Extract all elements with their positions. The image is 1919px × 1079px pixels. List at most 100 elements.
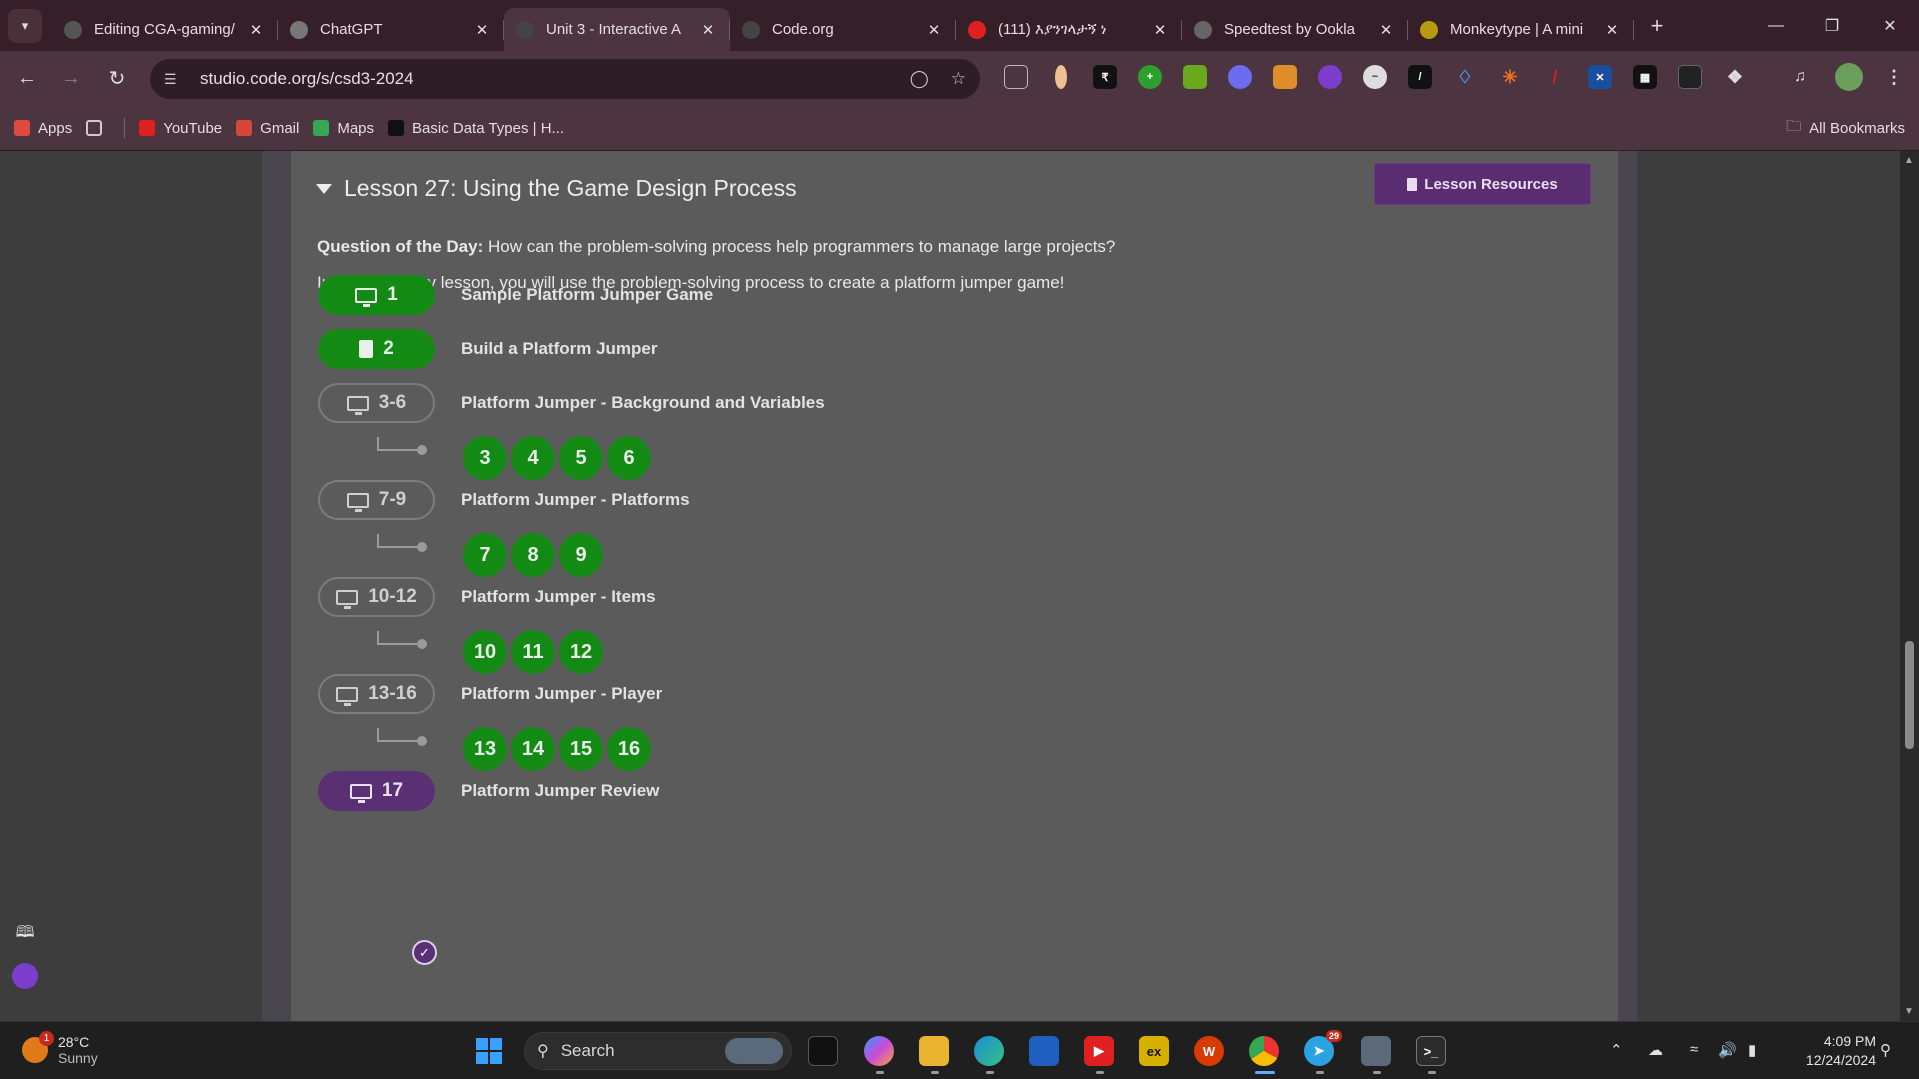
extension-icon[interactable] <box>1318 65 1342 89</box>
taskbar-search[interactable]: ⚲ Search <box>524 1032 792 1070</box>
forward-icon[interactable]: → <box>52 60 90 98</box>
bookmark-item[interactable]: Basic Data Types | H... <box>388 120 564 137</box>
back-icon[interactable]: ← <box>8 60 46 98</box>
url-text[interactable]: studio.code.org/s/csd3-2024 <box>200 69 414 89</box>
onedrive-cloud-icon[interactable]: ☁ <box>1648 1041 1663 1059</box>
system-clock[interactable]: 4:09 PM 12/24/2024 <box>1786 1032 1876 1070</box>
new-tab-button[interactable]: + <box>1640 9 1674 43</box>
volume-icon[interactable]: 🔊 <box>1718 1041 1737 1059</box>
tab-close-icon[interactable]: ✕ <box>698 21 718 39</box>
bookmark-star-icon[interactable]: ☆ <box>951 69 966 89</box>
extension-icon[interactable]: ✕ <box>1588 65 1612 89</box>
tab-search-icon[interactable]: ▾ <box>8 8 42 43</box>
wps-office-icon[interactable]: W <box>1194 1036 1224 1066</box>
level-bubble[interactable]: 9 <box>559 533 603 577</box>
level-bubble[interactable]: 11 <box>511 630 555 674</box>
activity-pill[interactable]: 7-9 <box>318 480 435 520</box>
microsoft-store-icon[interactable] <box>1029 1036 1059 1066</box>
extension-icon[interactable]: ₹ <box>1093 65 1117 89</box>
browser-tab[interactable]: Code.org ✕ <box>730 8 956 51</box>
bookmark-item[interactable]: Apps <box>14 120 72 137</box>
activity-pill[interactable]: 10-12 <box>318 577 435 617</box>
more-menu-icon[interactable]: ⋮ <box>1882 65 1906 89</box>
weather-widget[interactable]: 1 28°C Sunny <box>22 1031 98 1066</box>
edge-icon[interactable] <box>974 1036 1004 1066</box>
level-bubble[interactable]: 10 <box>463 630 507 674</box>
windows-start-icon[interactable] <box>474 1036 504 1066</box>
extension-icon[interactable]: ▦ <box>1633 65 1657 89</box>
collapse-caret-icon[interactable] <box>316 183 332 194</box>
extension-icon[interactable]: + <box>1138 65 1162 89</box>
tab-close-icon[interactable]: ✕ <box>246 21 266 39</box>
tab-close-icon[interactable]: ✕ <box>1602 21 1622 39</box>
level-bubble[interactable]: 8 <box>511 533 555 577</box>
brain-icon[interactable] <box>12 963 38 989</box>
battery-icon[interactable]: ▮ <box>1748 1041 1756 1059</box>
extension-icon[interactable]: ~ <box>1363 65 1387 89</box>
level-bubble[interactable]: 16 <box>607 727 651 771</box>
bookmark-item[interactable]: Gmail <box>236 120 299 137</box>
chevron-up-icon[interactable]: ⌃ <box>1610 1041 1623 1059</box>
wifi-icon[interactable]: ≈ <box>1690 1041 1698 1058</box>
remote-desktop-icon[interactable] <box>1361 1036 1391 1066</box>
activity-label[interactable]: Platform Jumper - Platforms <box>461 490 690 510</box>
activity-label[interactable]: Platform Jumper - Background and Variabl… <box>461 393 825 413</box>
terminal-icon[interactable]: >_ <box>1416 1036 1446 1066</box>
youtube-app-icon[interactable]: ▶ <box>1084 1036 1114 1066</box>
level-bubble[interactable]: 6 <box>607 436 651 480</box>
extension-icon[interactable]: / <box>1408 65 1432 89</box>
copilot-icon[interactable] <box>864 1036 894 1066</box>
task-view-icon[interactable] <box>808 1036 838 1066</box>
browser-tab[interactable]: Unit 3 - Interactive A ✕ <box>504 8 730 51</box>
scroll-thumb[interactable] <box>1905 641 1914 749</box>
level-bubble[interactable]: 12 <box>559 630 603 674</box>
profile-avatar[interactable] <box>1835 63 1863 91</box>
bookmark-item[interactable]: Maps <box>313 120 374 137</box>
browser-tab[interactable]: (111) እያንገላታኝ ነ ✕ <box>956 8 1182 51</box>
notifications-icon[interactable]: ⚲ <box>1880 1041 1891 1059</box>
address-bar[interactable]: ☰ studio.code.org/s/csd3-2024 ◯ ☆ <box>150 59 980 99</box>
browser-tab[interactable]: Monkeytype | A mini ✕ <box>1408 8 1634 51</box>
bookmark-item[interactable] <box>86 120 110 136</box>
lesson-resources-button[interactable]: Lesson Resources <box>1374 163 1591 205</box>
browser-tab[interactable]: ChatGPT ✕ <box>278 8 504 51</box>
chrome-icon[interactable] <box>1249 1036 1279 1066</box>
level-bubble[interactable]: 15 <box>559 727 603 771</box>
page-scrollbar[interactable]: ▲ ▼ <box>1900 151 1919 1021</box>
tab-close-icon[interactable]: ✕ <box>1150 21 1170 39</box>
all-bookmarks-button[interactable]: 🗀 All Bookmarks <box>1786 116 1905 141</box>
level-bubble[interactable]: 4 <box>511 436 555 480</box>
extension-icon[interactable]: ♢ <box>1453 65 1477 89</box>
file-explorer-icon[interactable] <box>919 1036 949 1066</box>
restore-icon[interactable]: ❐ <box>1804 0 1860 51</box>
activity-pill[interactable]: 3-6 <box>318 383 435 423</box>
level-bubble[interactable]: 14 <box>511 727 555 771</box>
activity-label[interactable]: Platform Jumper - Items <box>461 587 656 607</box>
eye-off-icon[interactable]: ◯ <box>910 69 929 89</box>
extension-icon[interactable] <box>1678 65 1702 89</box>
minimize-icon[interactable]: — <box>1748 0 1804 51</box>
window-close-icon[interactable]: ✕ <box>1862 0 1918 51</box>
extensions-puzzle-icon[interactable]: ❖ <box>1723 65 1747 89</box>
level-bubble[interactable]: 5 <box>559 436 603 480</box>
exness-icon[interactable]: ex <box>1139 1036 1169 1066</box>
lesson-title[interactable]: Lesson 27: Using the Game Design Process <box>316 175 797 202</box>
extension-icon[interactable] <box>1055 65 1067 89</box>
extension-icon[interactable]: ✳ <box>1498 65 1522 89</box>
activity-pill[interactable]: 17 <box>318 771 435 811</box>
extension-icon[interactable] <box>1273 65 1297 89</box>
level-bubble[interactable]: 13 <box>463 727 507 771</box>
tab-close-icon[interactable]: ✕ <box>472 21 492 39</box>
bookmark-item[interactable]: YouTube <box>139 120 222 137</box>
extension-icon[interactable] <box>1228 65 1252 89</box>
scroll-up-icon[interactable]: ▲ <box>1904 155 1914 166</box>
browser-tab[interactable]: Speedtest by Ookla ✕ <box>1182 8 1408 51</box>
telegram-icon[interactable]: ➤ 29 <box>1304 1030 1342 1066</box>
browser-tab[interactable]: Editing CGA-gaming/ ✕ <box>52 8 278 51</box>
extension-icon[interactable]: / <box>1543 65 1567 89</box>
activity-pill[interactable]: 1 <box>318 275 435 315</box>
tab-close-icon[interactable]: ✕ <box>924 21 944 39</box>
activity-pill[interactable]: 13-16 <box>318 674 435 714</box>
level-bubble[interactable]: 3 <box>463 436 507 480</box>
extension-icon[interactable] <box>1183 65 1207 89</box>
